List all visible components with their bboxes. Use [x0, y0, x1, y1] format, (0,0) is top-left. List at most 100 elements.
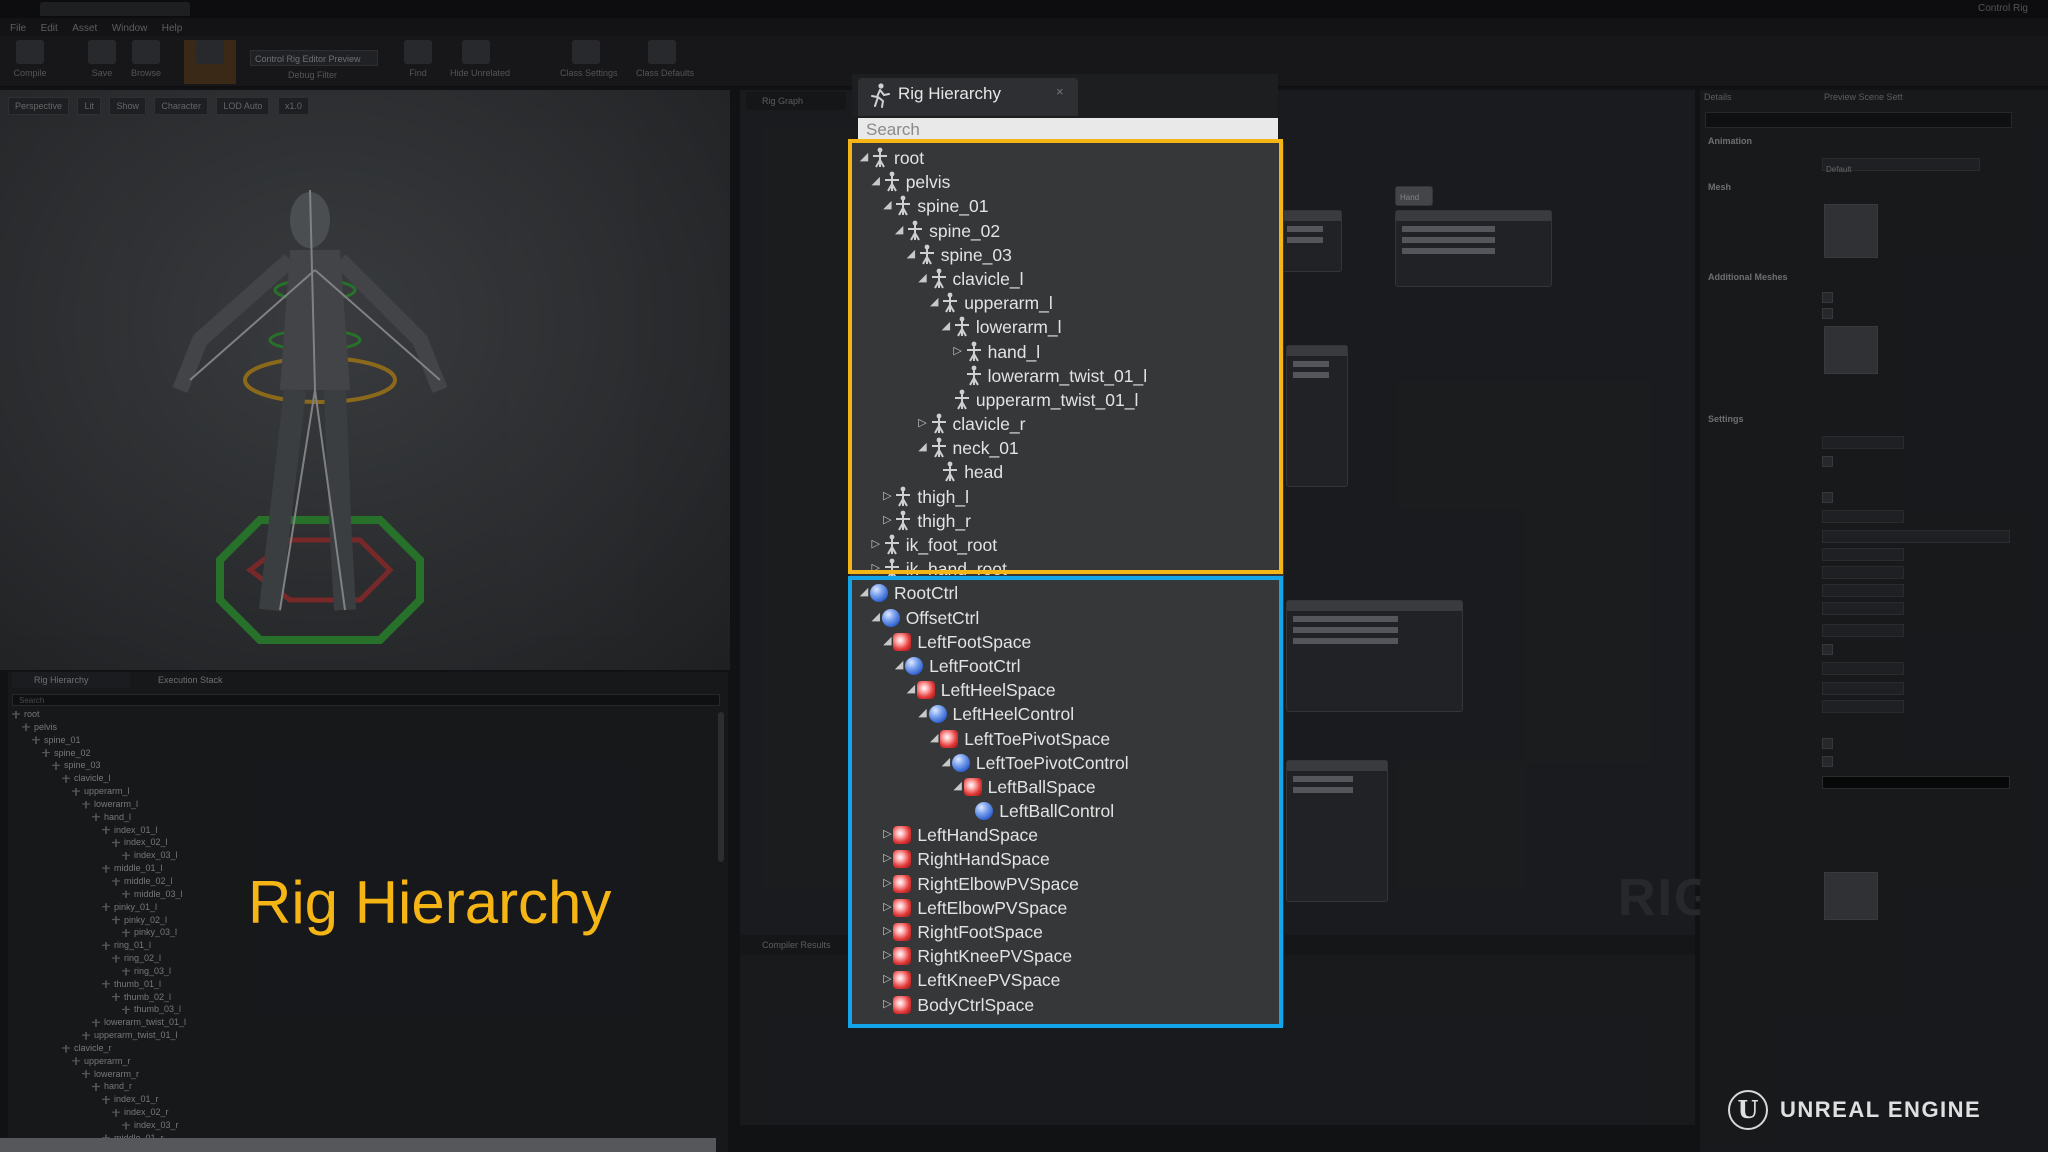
bone-row[interactable]: ▷ thigh_r — [858, 509, 1278, 533]
bone-row[interactable]: upperarm_twist_01_l — [858, 388, 1278, 412]
menu-window[interactable]: Window — [112, 23, 148, 34]
small-tree-item[interactable]: hand_r — [12, 1080, 712, 1093]
small-tree-item[interactable]: spine_02 — [12, 747, 712, 760]
rig-hierarchy-search-input[interactable]: Search — [858, 118, 1278, 142]
expanded-triangle-icon[interactable]: ◢ — [940, 318, 952, 334]
class-settings-button[interactable]: Class Settings — [560, 40, 618, 84]
small-tree-item[interactable]: thumb_01_l — [12, 978, 712, 991]
space-row[interactable]: ◢ LeftBallSpace — [858, 775, 1278, 799]
bone-row[interactable]: ◢ clavicle_l — [858, 267, 1278, 291]
lod-button[interactable]: LOD Auto — [216, 97, 270, 115]
graph-node[interactable] — [1286, 345, 1348, 487]
small-tree-item[interactable]: index_01_l — [12, 824, 712, 837]
numeric-field[interactable] — [1822, 510, 1904, 523]
details-search-input[interactable] — [1705, 112, 2012, 128]
details-tab[interactable]: Details — [1704, 92, 1732, 102]
preview-scene-tab[interactable]: Preview Scene Sett — [1824, 92, 1903, 102]
scrollbar[interactable] — [718, 712, 724, 862]
space-row[interactable]: ◢ LeftHeelSpace — [858, 678, 1278, 702]
collapsed-triangle-icon[interactable]: ▷ — [917, 415, 929, 431]
bone-row[interactable]: ◢ root — [858, 146, 1278, 170]
expanded-triangle-icon[interactable]: ◢ — [917, 439, 929, 455]
expanded-triangle-icon[interactable]: ◢ — [870, 609, 882, 625]
numeric-field[interactable] — [1822, 682, 1904, 695]
small-tree-item[interactable]: upperarm_r — [12, 1055, 712, 1068]
checkbox[interactable] — [1822, 738, 1833, 749]
space-row[interactable]: ▷ RightElbowPVSpace — [858, 872, 1278, 896]
small-tree-item[interactable]: ring_02_l — [12, 952, 712, 965]
close-icon[interactable]: × — [1056, 84, 1064, 99]
bone-row[interactable]: head — [858, 460, 1278, 484]
checkbox[interactable] — [1822, 292, 1833, 303]
cubemap-thumbnail[interactable] — [1824, 872, 1878, 920]
checkbox[interactable] — [1822, 756, 1833, 767]
menu-asset[interactable]: Asset — [72, 23, 97, 34]
numeric-field[interactable] — [1822, 602, 1904, 615]
section-additional-meshes[interactable]: Additional Meshes — [1708, 272, 1788, 282]
numeric-field[interactable] — [1822, 624, 1904, 637]
space-row[interactable]: ▷ LeftElbowPVSpace — [858, 896, 1278, 920]
bone-row[interactable]: ◢ spine_01 — [858, 194, 1278, 218]
color-field[interactable] — [1822, 530, 2010, 543]
small-tree-item[interactable]: index_03_l — [12, 849, 712, 862]
character-button[interactable]: Character — [154, 97, 208, 115]
class-defaults-button[interactable]: Class Defaults — [636, 40, 694, 84]
small-tree-item[interactable]: spine_03 — [12, 759, 712, 772]
collapsed-triangle-icon[interactable]: ▷ — [881, 488, 893, 504]
expanded-triangle-icon[interactable]: ◢ — [858, 149, 870, 165]
control-row[interactable]: ◢ LeftToePivotControl — [858, 751, 1278, 775]
collapsed-triangle-icon[interactable]: ▷ — [881, 875, 893, 891]
expanded-triangle-icon[interactable]: ◢ — [881, 633, 893, 649]
expanded-triangle-icon[interactable]: ◢ — [905, 681, 917, 697]
checkbox[interactable] — [1822, 308, 1833, 319]
menu-help[interactable]: Help — [162, 23, 183, 34]
section-mesh[interactable]: Mesh — [1708, 182, 1731, 192]
bone-row[interactable]: ◢ upperarm_l — [858, 291, 1278, 315]
graph-node[interactable] — [1395, 210, 1552, 287]
bone-row[interactable]: ▷ hand_l — [858, 340, 1278, 364]
section-settings[interactable]: Settings — [1708, 414, 1744, 424]
show-button[interactable]: Show — [109, 97, 146, 115]
expanded-triangle-icon[interactable]: ◢ — [905, 246, 917, 262]
small-tree-item[interactable]: clavicle_l — [12, 772, 712, 785]
expanded-triangle-icon[interactable]: ◢ — [917, 705, 929, 721]
rig-hierarchy-small-tab[interactable]: Rig Hierarchy — [12, 672, 130, 688]
browse-button[interactable]: Browse — [120, 40, 172, 84]
bottom-scrollbar[interactable] — [0, 1138, 716, 1152]
bone-row[interactable]: ▷ thigh_l — [858, 485, 1278, 509]
small-tree-item[interactable]: upperarm_l — [12, 785, 712, 798]
collapsed-triangle-icon[interactable]: ▷ — [870, 536, 882, 552]
small-tree-item[interactable]: lowerarm_twist_01_l — [12, 1016, 712, 1029]
space-row[interactable]: ▷ RightHandSpace — [858, 847, 1278, 871]
color-field[interactable] — [1822, 776, 2010, 789]
numeric-field[interactable] — [1822, 662, 1904, 675]
small-tree-item[interactable]: thumb_02_l — [12, 991, 712, 1004]
hide-unrelated-button[interactable]: Hide Unrelated — [450, 40, 510, 84]
collapsed-triangle-icon[interactable]: ▷ — [881, 996, 893, 1012]
expanded-triangle-icon[interactable]: ◢ — [917, 270, 929, 286]
small-tree-item[interactable]: upperarm_twist_01_l — [12, 1029, 712, 1042]
execution-stack-tab[interactable]: Execution Stack — [136, 672, 256, 688]
expanded-triangle-icon[interactable]: ◢ — [928, 294, 940, 310]
checkbox[interactable] — [1822, 492, 1833, 503]
expanded-triangle-icon[interactable]: ◢ — [893, 222, 905, 238]
graph-node[interactable] — [1280, 210, 1342, 272]
collapsed-triangle-icon[interactable]: ▷ — [881, 899, 893, 915]
checkbox[interactable] — [1822, 456, 1833, 467]
rig-graph-tab[interactable]: Rig Graph — [746, 92, 846, 110]
control-row[interactable]: ◢ LeftHeelControl — [858, 702, 1278, 726]
speed-button[interactable]: x1.0 — [277, 97, 309, 115]
expanded-triangle-icon[interactable]: ◢ — [940, 754, 952, 770]
collapsed-triangle-icon[interactable]: ▷ — [881, 850, 893, 866]
space-row[interactable]: ▷ LeftHandSpace — [858, 823, 1278, 847]
small-tree-item[interactable]: lowerarm_l — [12, 798, 712, 811]
space-row[interactable]: ▷ RightFootSpace — [858, 920, 1278, 944]
space-row[interactable]: ◢ LeftToePivotSpace — [858, 727, 1278, 751]
small-tree-item[interactable]: hand_l — [12, 811, 712, 824]
bone-row[interactable]: lowerarm_twist_01_l — [858, 364, 1278, 388]
control-row[interactable]: LeftBallControl — [858, 799, 1278, 823]
graph-node[interactable] — [1286, 600, 1463, 712]
bone-row[interactable]: ▷ ik_foot_root — [858, 533, 1278, 557]
collapsed-triangle-icon[interactable]: ▷ — [870, 560, 882, 576]
numeric-field[interactable] — [1822, 700, 1904, 713]
